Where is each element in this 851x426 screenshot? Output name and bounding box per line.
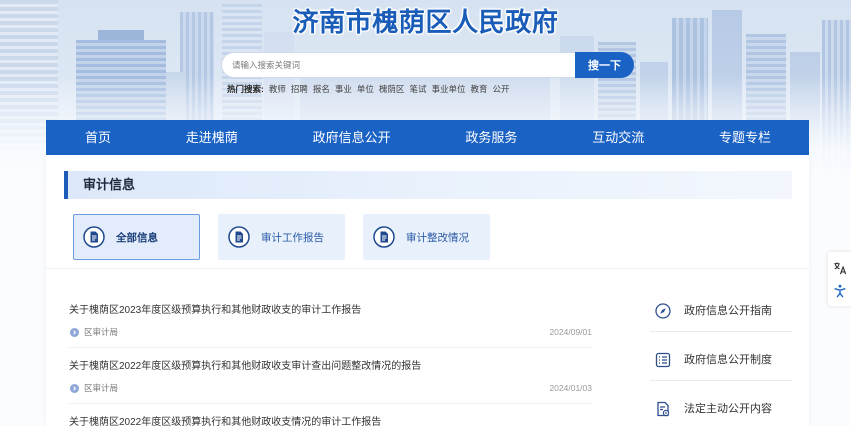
article-list: 关于槐荫区2023年度区级预算执行和其他财政收支的审计工作报告 区审计局 202… — [69, 300, 592, 426]
hot-search-term[interactable]: 事业 — [335, 84, 352, 94]
hot-search: 热门搜索: 教师 招聘 报名 事业 单位 槐荫区 笔试 事业单位 教育 公开 — [227, 83, 510, 96]
article-title[interactable]: 关于槐荫区2022年度区级预算执行和其他财政收支审计查出问题整改情况的报告 — [69, 359, 592, 375]
list-icon — [655, 352, 671, 368]
sidebar-link-rules[interactable]: 政府信息公开制度 — [650, 332, 792, 381]
hot-search-term[interactable]: 槐荫区 — [379, 84, 405, 94]
article-source: 区审计局 — [84, 383, 119, 393]
tab-label: 全部信息 — [116, 231, 158, 244]
tab-audit-reports[interactable]: 审计工作报告 — [218, 214, 345, 260]
floating-toolbar — [828, 252, 851, 306]
main-nav: 首页 走进槐荫 政府信息公开 政务服务 互动交流 专题专栏 — [46, 120, 809, 155]
article-meta: 区审计局 2024/09/01 — [69, 325, 592, 339]
nav-item-home[interactable]: 首页 — [85, 120, 111, 155]
nav-item-topics[interactable]: 专题专栏 — [719, 120, 771, 155]
search-input[interactable] — [221, 52, 575, 78]
tab-all-info[interactable]: 全部信息 — [73, 214, 200, 260]
hot-search-term[interactable]: 单位 — [357, 84, 374, 94]
article-title[interactable]: 关于槐荫区2023年度区级预算执行和其他财政收支的审计工作报告 — [69, 303, 592, 319]
search-bar: 搜一下 — [221, 52, 634, 78]
sidebar-link-label: 政府信息公开制度 — [684, 354, 772, 366]
sidebar-link-guide[interactable]: 政府信息公开指南 — [650, 283, 792, 332]
sidebar-link-label: 法定主动公开内容 — [684, 403, 772, 415]
list-item: 关于槐荫区2022年度区级预算执行和其他财政收支情况的审计工作报告 — [69, 412, 592, 426]
content-divider — [46, 268, 809, 269]
article-title[interactable]: 关于槐荫区2022年度区级预算执行和其他财政收支情况的审计工作报告 — [69, 415, 592, 426]
hot-search-term[interactable]: 招聘 — [291, 84, 308, 94]
hot-search-term[interactable]: 公开 — [492, 84, 509, 94]
article-date: 2024/09/01 — [549, 327, 592, 337]
tab-label: 审计整改情况 — [406, 231, 469, 244]
accessibility-icon[interactable] — [833, 284, 847, 298]
nav-item-about[interactable]: 走进槐荫 — [186, 120, 238, 155]
list-item: 关于槐荫区2022年度区级预算执行和其他财政收支审计查出问题整改情况的报告 区审… — [69, 356, 592, 404]
sidebar-link-label: 政府信息公开指南 — [684, 305, 772, 317]
translate-icon[interactable] — [833, 261, 847, 275]
document-icon — [228, 226, 250, 248]
article-meta: 区审计局 2024/01/03 — [69, 381, 592, 395]
list-item: 关于槐荫区2023年度区级预算执行和其他财政收支的审计工作报告 区审计局 202… — [69, 300, 592, 348]
hot-search-term[interactable]: 笔试 — [409, 84, 426, 94]
hot-search-term[interactable]: 报名 — [313, 84, 330, 94]
article-source: 区审计局 — [84, 327, 119, 337]
nav-item-interaction[interactable]: 互动交流 — [592, 120, 644, 155]
sidebar-link-statutory-content[interactable]: 法定主动公开内容 — [650, 381, 792, 417]
document-icon — [83, 226, 105, 248]
hot-search-term[interactable]: 教育 — [470, 84, 487, 94]
search-button[interactable]: 搜一下 — [575, 52, 634, 78]
article-date: 2024/01/03 — [549, 383, 592, 393]
hot-search-term[interactable]: 事业单位 — [431, 84, 465, 94]
hot-search-term[interactable]: 教师 — [269, 84, 286, 94]
document-icon — [373, 226, 395, 248]
tab-rectification[interactable]: 审计整改情况 — [363, 214, 490, 260]
source-icon — [70, 327, 79, 337]
quick-links-sidebar: 政府信息公开指南 政府信息公开制度 法定主动公开内容 — [650, 283, 792, 417]
hot-search-label: 热门搜索: — [227, 84, 264, 94]
tab-label: 审计工作报告 — [261, 231, 324, 244]
section-title: 审计信息 — [64, 171, 792, 199]
compass-icon — [655, 303, 671, 319]
source-icon — [70, 383, 79, 393]
category-tabs: 全部信息 审计工作报告 审计整改情况 — [73, 214, 508, 260]
document-badge-icon — [657, 401, 670, 417]
nav-item-gov-info[interactable]: 政府信息公开 — [313, 120, 391, 155]
nav-item-services[interactable]: 政务服务 — [465, 120, 517, 155]
content-panel: 审计信息 全部信息 审计工作报告 审计整改情况 关于槐荫区2023年度区级预算执… — [46, 155, 809, 426]
site-title: 济南市槐荫区人民政府 — [292, 7, 559, 37]
